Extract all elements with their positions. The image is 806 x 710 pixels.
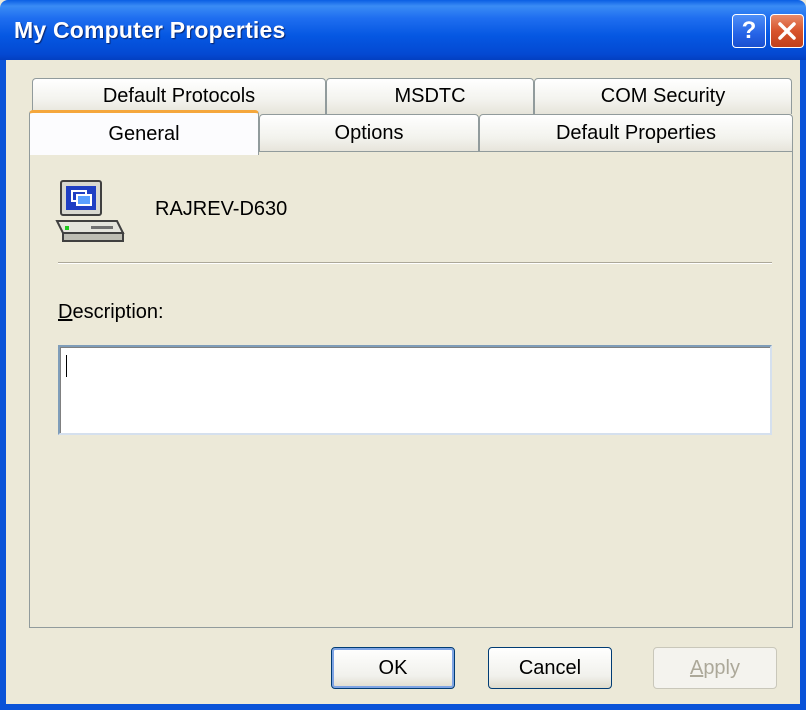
text-caret [66, 355, 67, 377]
description-input[interactable] [58, 345, 772, 435]
cancel-label: Cancel [518, 656, 582, 679]
title-bar[interactable]: My Computer Properties ? [0, 0, 806, 60]
apply-label-accelerator: A [689, 656, 704, 679]
help-button[interactable]: ? [732, 14, 766, 48]
tab-label: Default Properties [555, 122, 717, 144]
apply-button[interactable]: Apply [653, 647, 777, 689]
help-icon: ? [741, 17, 757, 44]
cancel-button[interactable]: Cancel [488, 647, 612, 689]
close-icon [778, 22, 796, 40]
close-button[interactable] [770, 14, 804, 48]
window-frame-right [800, 60, 806, 710]
ok-label: OK [378, 656, 408, 679]
tab-general[interactable]: General [29, 110, 259, 155]
tab-label: Options [334, 122, 404, 144]
ok-button[interactable]: OK [331, 647, 455, 689]
apply-label-text: pply [703, 656, 741, 679]
tab-label: COM Security [600, 85, 726, 107]
tab-label: Default Protocols [102, 85, 256, 107]
tab-options[interactable]: Options [259, 114, 479, 152]
tab-label: General [108, 122, 180, 145]
tab-default-protocols[interactable]: Default Protocols [32, 78, 326, 114]
tab-msdtc[interactable]: MSDTC [326, 78, 534, 114]
description-label: Description: [58, 301, 164, 324]
tab-default-properties[interactable]: Default Properties [479, 114, 793, 152]
tab-com-security[interactable]: COM Security [534, 78, 792, 114]
computer-icon [55, 180, 125, 242]
computer-name: RAJREV-D630 [155, 198, 288, 220]
description-label-text: escription: [72, 301, 164, 323]
tab-label: MSDTC [394, 85, 466, 107]
window-frame-left [0, 60, 6, 710]
window-frame-bottom [0, 704, 806, 710]
window-title: My Computer Properties [14, 17, 286, 43]
description-label-accelerator: D [58, 301, 73, 323]
separator [58, 262, 772, 264]
